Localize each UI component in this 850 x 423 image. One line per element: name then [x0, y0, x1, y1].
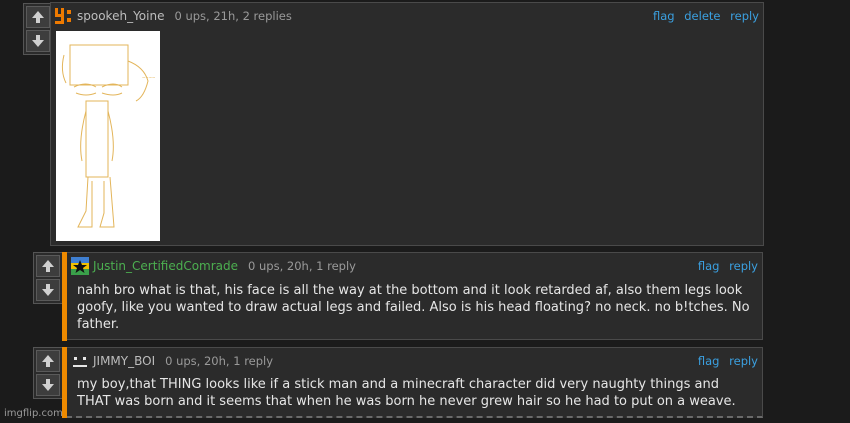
- upvote-button[interactable]: [36, 350, 60, 372]
- reply-link[interactable]: reply: [730, 9, 759, 23]
- arrow-down-icon: [42, 284, 54, 296]
- arrow-down-icon: [42, 379, 54, 391]
- downvote-button[interactable]: [26, 30, 50, 52]
- comment: Justin_CertifiedComrade 0 ups, 20h, 1 re…: [62, 252, 763, 341]
- arrow-up-icon: [42, 260, 54, 272]
- vote-column: [23, 3, 53, 55]
- comment-actions: flag reply: [692, 259, 758, 273]
- upvote-button[interactable]: [36, 255, 60, 277]
- arrow-up-icon: [32, 11, 44, 23]
- downvote-button[interactable]: [36, 279, 60, 301]
- comment-header: spookeh_Yoine 0 ups, 21h, 2 replies flag…: [55, 7, 759, 25]
- delete-link[interactable]: delete: [684, 9, 720, 23]
- username[interactable]: JIMMY_BOI: [93, 354, 155, 368]
- svg-text:~~~~: ~~~~: [142, 75, 155, 80]
- flag-link[interactable]: flag: [698, 354, 720, 368]
- downvote-button[interactable]: [36, 374, 60, 396]
- avatar[interactable]: [55, 7, 73, 25]
- flag-link[interactable]: flag: [698, 259, 720, 273]
- username[interactable]: spookeh_Yoine: [77, 9, 164, 23]
- arrow-up-icon: [42, 355, 54, 367]
- vote-column: [33, 347, 63, 399]
- vote-column: [33, 252, 63, 304]
- comment-image[interactable]: ~~~~: [56, 31, 160, 241]
- upvote-button[interactable]: [26, 6, 50, 28]
- comment-header: JIMMY_BOI 0 ups, 20h, 1 reply flag reply: [71, 352, 758, 370]
- reply-link[interactable]: reply: [729, 259, 758, 273]
- reply-indicator: [62, 252, 67, 341]
- comment-text: my boy,that THING looks like if a stick …: [77, 377, 736, 409]
- comment-meta: 0 ups, 21h, 2 replies: [174, 9, 292, 23]
- comment: spookeh_Yoine 0 ups, 21h, 2 replies flag…: [50, 2, 764, 246]
- avatar[interactable]: [71, 257, 89, 275]
- comment-text: nahh bro what is that, his face is all t…: [77, 283, 750, 332]
- username[interactable]: Justin_CertifiedComrade: [93, 259, 238, 273]
- comment: JIMMY_BOI 0 ups, 20h, 1 reply flag reply…: [62, 347, 763, 418]
- comment-actions: flag reply: [692, 354, 758, 368]
- site-watermark: imgflip.com: [4, 408, 63, 419]
- comment-meta: 0 ups, 20h, 1 reply: [248, 259, 356, 273]
- stick-figure-drawing: ~~~~: [61, 44, 155, 228]
- avatar[interactable]: [71, 352, 89, 370]
- reply-link[interactable]: reply: [729, 354, 758, 368]
- comment-meta: 0 ups, 20h, 1 reply: [165, 354, 274, 368]
- comment-header: Justin_CertifiedComrade 0 ups, 20h, 1 re…: [71, 257, 758, 275]
- flag-link[interactable]: flag: [653, 9, 675, 23]
- comment-actions: flag delete reply: [647, 9, 759, 23]
- arrow-down-icon: [32, 35, 44, 47]
